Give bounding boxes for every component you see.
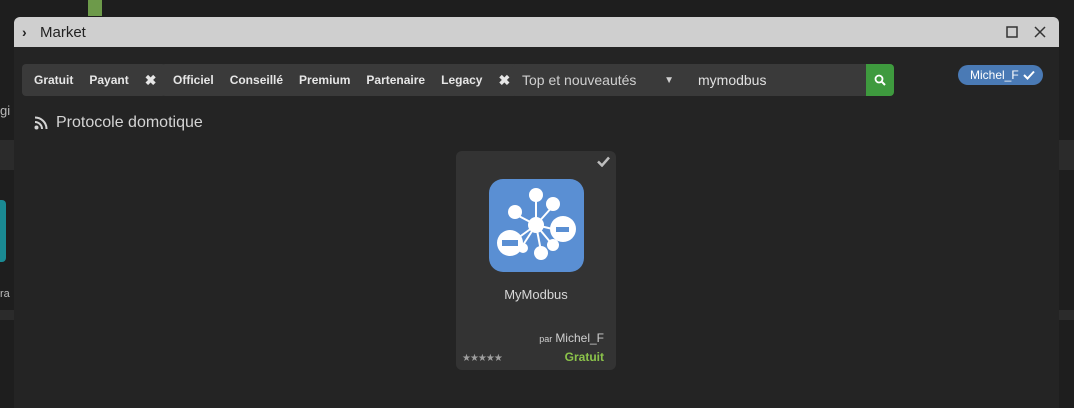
- section-title: Protocole domotique: [34, 114, 203, 132]
- certification-filter-group: Officiel Conseillé Premium Partenaire Le…: [161, 64, 521, 96]
- modal-titlebar: › Market: [14, 17, 1059, 47]
- sort-select[interactable]: Top et nouveautés ▼: [512, 64, 684, 96]
- plugin-author: par Michel_F: [539, 331, 604, 345]
- chevron-right-icon[interactable]: ›: [22, 24, 36, 40]
- caret-down-icon: ▼: [664, 74, 674, 86]
- close-icon: [1034, 26, 1046, 38]
- modal-title: Market: [40, 23, 86, 41]
- filter-legacy[interactable]: Legacy: [433, 64, 490, 96]
- clear-price-filter-icon[interactable]: ✖: [137, 72, 163, 89]
- close-button[interactable]: [1029, 21, 1051, 43]
- rss-icon: [34, 116, 48, 130]
- filter-toolbar: Gratuit Payant ✖ Officiel Conseillé Prem…: [14, 64, 1059, 96]
- plugin-name: MyModbus: [504, 287, 568, 302]
- rating-stars: ★★★★★: [462, 353, 503, 364]
- filter-payant[interactable]: Payant: [81, 64, 136, 96]
- check-icon: [1022, 70, 1035, 80]
- filter-premium[interactable]: Premium: [291, 64, 358, 96]
- filter-partenaire[interactable]: Partenaire: [358, 64, 433, 96]
- installed-check-icon: [597, 154, 610, 172]
- plugin-price: Gratuit: [564, 350, 604, 364]
- market-modal: › Market Gratuit Payant ✖ Officiel Conse…: [14, 17, 1059, 408]
- search-input[interactable]: [684, 64, 866, 96]
- plugin-card[interactable]: MyModbus par Michel_F ★★★★★ Gratuit: [456, 151, 616, 370]
- author-name: Michel_F: [555, 331, 604, 345]
- background-text: gi: [0, 103, 11, 118]
- price-filter-group: Gratuit Payant ✖: [22, 64, 167, 96]
- sort-value: Top et nouveautés: [522, 72, 637, 88]
- filter-conseille[interactable]: Conseillé: [222, 64, 291, 96]
- filter-gratuit[interactable]: Gratuit: [26, 64, 81, 96]
- filter-officiel[interactable]: Officiel: [165, 64, 222, 96]
- background-text: ra: [0, 288, 10, 300]
- user-badge[interactable]: Michel_F: [958, 65, 1043, 85]
- user-name: Michel_F: [970, 68, 1019, 82]
- maximize-icon: [1006, 26, 1018, 38]
- section-title-text: Protocole domotique: [56, 114, 203, 131]
- search-button[interactable]: [866, 64, 894, 96]
- author-prefix: par: [539, 334, 553, 344]
- background-app-icon: [88, 0, 102, 16]
- mymodbus-plugin-icon: [489, 179, 584, 272]
- maximize-button[interactable]: [1001, 21, 1023, 43]
- background-tile: [0, 200, 6, 262]
- search-icon: [874, 74, 886, 86]
